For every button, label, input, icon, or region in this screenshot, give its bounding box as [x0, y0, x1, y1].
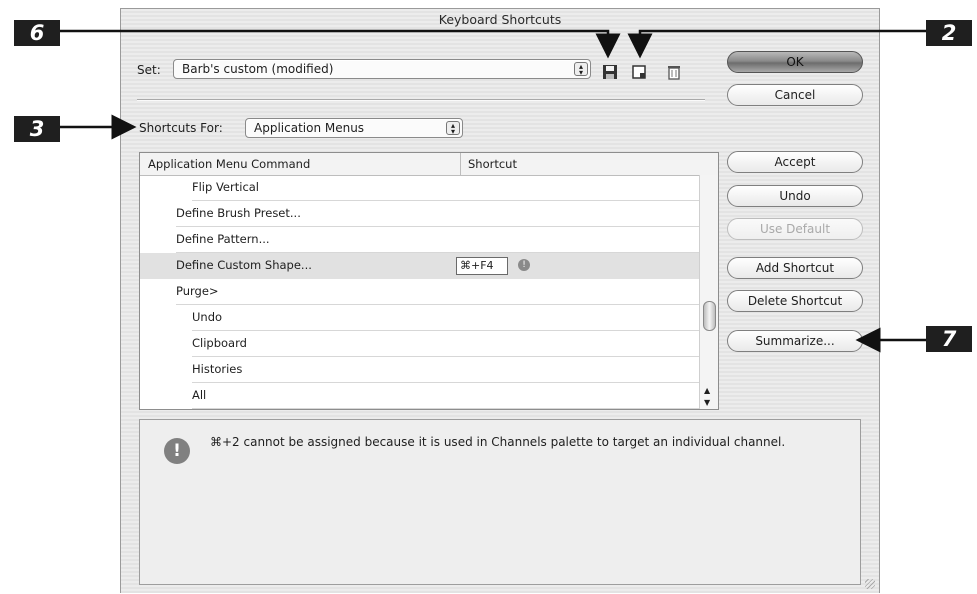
command-label: Flip Vertical [192, 180, 260, 194]
warning-icon: ! [164, 438, 190, 464]
callout-2: 2 [926, 20, 972, 46]
cancel-button[interactable]: Cancel [727, 84, 863, 106]
ok-button[interactable]: OK [727, 51, 863, 73]
set-label: Set: [137, 63, 161, 77]
table-row[interactable]: All [140, 383, 700, 409]
table-row[interactable]: Define Pattern... [140, 227, 700, 253]
table-row[interactable]: Define Brush Preset... [140, 201, 700, 227]
delete-shortcut-button[interactable]: Delete Shortcut [727, 290, 863, 312]
command-label: Undo [192, 310, 223, 324]
table-row[interactable]: Undo [140, 305, 700, 331]
table-header: Application Menu Command Shortcut [140, 153, 718, 176]
shortcut-field[interactable]: ⌘+F4 [456, 257, 508, 275]
command-table: Application Menu Command Shortcut Flip V… [139, 152, 719, 410]
popup-arrows-icon: ▴ ▾ [574, 62, 588, 77]
table-row[interactable]: Flip Vertical [140, 175, 700, 201]
table-row[interactable]: Define Custom Shape... ⌘+F4! [140, 253, 700, 279]
command-label: Define Custom Shape... [176, 258, 312, 272]
scroll-up-icon[interactable]: ▲ [704, 386, 710, 395]
dialog-title: Keyboard Shortcuts [438, 12, 562, 27]
scroll-thumb[interactable] [703, 301, 716, 331]
separator [137, 99, 705, 101]
column-header-shortcut[interactable]: Shortcut [468, 153, 517, 175]
shortcuts-for-value: Application Menus [254, 121, 365, 135]
table-scrollbar[interactable]: ▲ ▼ [699, 175, 718, 409]
command-label: Clipboard [192, 336, 247, 350]
message-panel: ! ⌘+2 cannot be assigned because it is u… [139, 419, 861, 585]
shortcuts-for-label: Shortcuts For: [139, 121, 223, 135]
message-text: ⌘+2 cannot be assigned because it is use… [210, 435, 786, 449]
set-select-value: Barb's custom (modified) [182, 62, 334, 76]
command-label: All [192, 388, 207, 402]
column-header-command[interactable]: Application Menu Command [148, 153, 310, 175]
callout-6: 6 [14, 20, 60, 46]
add-shortcut-button[interactable]: Add Shortcut [727, 257, 863, 279]
save-set-icon[interactable] [602, 64, 618, 80]
delete-set-icon[interactable] [666, 64, 682, 80]
scroll-down-icon[interactable]: ▼ [704, 398, 710, 407]
set-select[interactable]: Barb's custom (modified) ▴ ▾ [173, 59, 591, 79]
new-set-icon[interactable] [631, 64, 647, 80]
table-row[interactable]: Clipboard [140, 331, 700, 357]
conflict-warning-icon: ! [518, 259, 530, 271]
command-label: Define Pattern... [176, 232, 270, 246]
callout-3: 3 [14, 116, 60, 142]
keyboard-shortcuts-dialog: Keyboard Shortcuts Set: Barb's custom (m… [120, 8, 880, 593]
command-label: Histories [192, 362, 243, 376]
summarize-button[interactable]: Summarize... [727, 330, 863, 352]
command-label: Purge> [176, 284, 219, 298]
shortcuts-for-select[interactable]: Application Menus ▴ ▾ [245, 118, 463, 138]
callout-7: 7 [926, 326, 972, 352]
table-row[interactable]: Histories [140, 357, 700, 383]
row-divider [192, 408, 700, 409]
resize-grip-icon[interactable] [865, 579, 875, 589]
undo-button[interactable]: Undo [727, 185, 863, 207]
command-label: Define Brush Preset... [176, 206, 301, 220]
column-divider [460, 153, 461, 175]
table-row[interactable]: Purge> [140, 279, 700, 305]
popup-arrows-icon: ▴ ▾ [446, 121, 460, 136]
use-default-button: Use Default [727, 218, 863, 240]
accept-button[interactable]: Accept [727, 151, 863, 173]
